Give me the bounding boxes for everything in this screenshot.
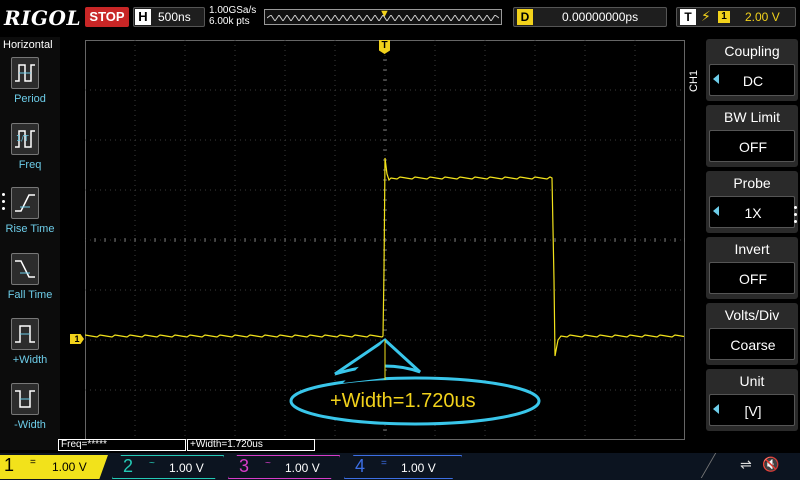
channel-label: CH1 (688, 69, 700, 92)
menu-title: Probe (733, 175, 771, 191)
channel-scale: 1.00 V (169, 461, 204, 475)
run-stop-button[interactable]: STOP (85, 7, 129, 27)
menu-title: Invert (734, 241, 770, 257)
value-box: [V] (709, 394, 795, 426)
delay-value: 0.00000000ps (562, 10, 639, 24)
menu-item-rise-time[interactable]: Rise Time (0, 187, 60, 249)
trigger-tag: T (680, 9, 696, 25)
delay-box[interactable]: D 0.00000000ps (513, 7, 667, 27)
menu-volts-div[interactable]: Volts/Div Coarse (706, 303, 798, 365)
coupling-icon: = (30, 457, 36, 468)
fall-time-icon (11, 253, 39, 285)
rising-edge-icon: ⚡ (701, 8, 711, 24)
rise-time-icon (11, 187, 39, 219)
horizontal-measure-menu: Horizontal Period 1/T Freq Rise Time Fal… (0, 37, 60, 450)
graticule (85, 40, 685, 440)
channel-scale: 1.00 V (52, 460, 87, 474)
period-icon (11, 57, 39, 89)
coupling-icon: ~ (149, 458, 155, 469)
menu-title: BW Limit (724, 109, 780, 125)
channel-2-status[interactable]: 2 ~ 1.00 V (112, 455, 224, 479)
menu-value: DC (742, 73, 764, 89)
horizontal-tag: H (135, 9, 151, 25)
value-box: OFF (709, 130, 795, 162)
trigger-source: 1 (718, 11, 730, 23)
menu-title: Coupling (724, 43, 780, 59)
width-callout-text: +Width=1.720us (330, 390, 476, 412)
waveform-display[interactable] (85, 40, 685, 440)
menu-coupling[interactable]: Coupling DC (706, 39, 798, 101)
sample-info: 1.00GSa/s 6.00k pts (209, 5, 256, 27)
memory-overview: ▼ (264, 8, 502, 25)
ch1-ground-marker[interactable]: 1 (70, 334, 84, 344)
coupling-icon: ~ (265, 458, 271, 469)
channel-status-bar: 1 = 1.00 V 2 ~ 1.00 V 3 ~ 1.00 V 4 = 1.0… (0, 453, 800, 480)
channel-number: 1 (4, 455, 15, 475)
value-box: DC (709, 64, 795, 96)
menu-item-pos-width[interactable]: +Width (0, 318, 60, 380)
menu-label: Freq (18, 159, 42, 171)
ch1-ground-label: 1 (74, 334, 80, 344)
measurement-pos-width[interactable]: +Width=1.720us (187, 439, 315, 451)
brand-logo: RIGOL (4, 6, 82, 30)
menu-value: OFF (739, 139, 767, 155)
trigger-box[interactable]: T ⚡ 1 2.00 V (676, 7, 796, 27)
menu-item-fall-time[interactable]: Fall Time (0, 253, 60, 315)
trigger-position-label: T (381, 40, 388, 51)
menu-title: Horizontal (3, 39, 53, 51)
menu-unit[interactable]: Unit [V] (706, 369, 798, 431)
menu-label: +Width (12, 354, 48, 366)
page-indicator-left (2, 193, 6, 214)
value-box: Coarse (709, 328, 795, 360)
channel-scale: 1.00 V (401, 461, 436, 475)
menu-title: Volts/Div (724, 307, 780, 323)
delay-tag: D (517, 9, 533, 25)
menu-item-neg-width[interactable]: -Width (0, 383, 60, 445)
menu-item-freq[interactable]: 1/T Freq (0, 123, 60, 185)
channel-scale: 1.00 V (285, 461, 320, 475)
memory-waveform (267, 15, 499, 21)
svg-text:1/T: 1/T (16, 134, 29, 143)
freq-icon: 1/T (11, 123, 39, 155)
pos-width-icon (11, 318, 39, 350)
menu-probe[interactable]: Probe 1X (706, 171, 798, 233)
page-indicator-right (794, 206, 797, 227)
menu-label: Fall Time (7, 289, 53, 301)
menu-title: Unit (739, 373, 765, 389)
menu-label: Period (14, 93, 46, 105)
coupling-icon: = (381, 458, 387, 469)
channel-number: 4 (355, 456, 366, 476)
neg-width-icon (11, 383, 39, 415)
channel-menu: CH1 Coupling DC BW Limit OFF Probe 1X In… (686, 37, 800, 450)
channel-number: 3 (239, 456, 250, 476)
sample-rate: 1.00GSa/s (209, 5, 257, 16)
menu-value: OFF (739, 271, 767, 287)
usb-icon: ⇌ (740, 456, 752, 472)
timebase-box[interactable]: H 500ns (133, 7, 205, 27)
menu-value: [V] (744, 403, 762, 419)
value-box: 1X (709, 196, 795, 228)
menu-invert[interactable]: Invert OFF (706, 237, 798, 299)
channel-3-status[interactable]: 3 ~ 1.00 V (228, 455, 340, 479)
timebase-value: 500ns (158, 10, 191, 24)
menu-item-period[interactable]: Period (0, 57, 60, 119)
channel-number: 2 (123, 456, 134, 476)
channel-1-status[interactable]: 1 = 1.00 V (0, 455, 108, 479)
menu-label: Rise Time (5, 223, 55, 235)
menu-value: 1X (744, 205, 762, 221)
menu-label: -Width (14, 419, 46, 431)
menu-value: Coarse (730, 337, 776, 353)
top-bar: RIGOL STOP H 500ns 1.00GSa/s 6.00k pts ▼… (0, 0, 800, 36)
speaker-mute-icon[interactable]: 🔇 (762, 456, 779, 473)
value-box: OFF (709, 262, 795, 294)
measurement-freq[interactable]: Freq=***** (58, 439, 186, 451)
menu-bw-limit[interactable]: BW Limit OFF (706, 105, 798, 167)
memory-depth: 6.00k pts (209, 16, 250, 27)
trigger-level-value: 2.00 V (745, 10, 780, 24)
channel-4-status[interactable]: 4 = 1.00 V (344, 455, 462, 479)
